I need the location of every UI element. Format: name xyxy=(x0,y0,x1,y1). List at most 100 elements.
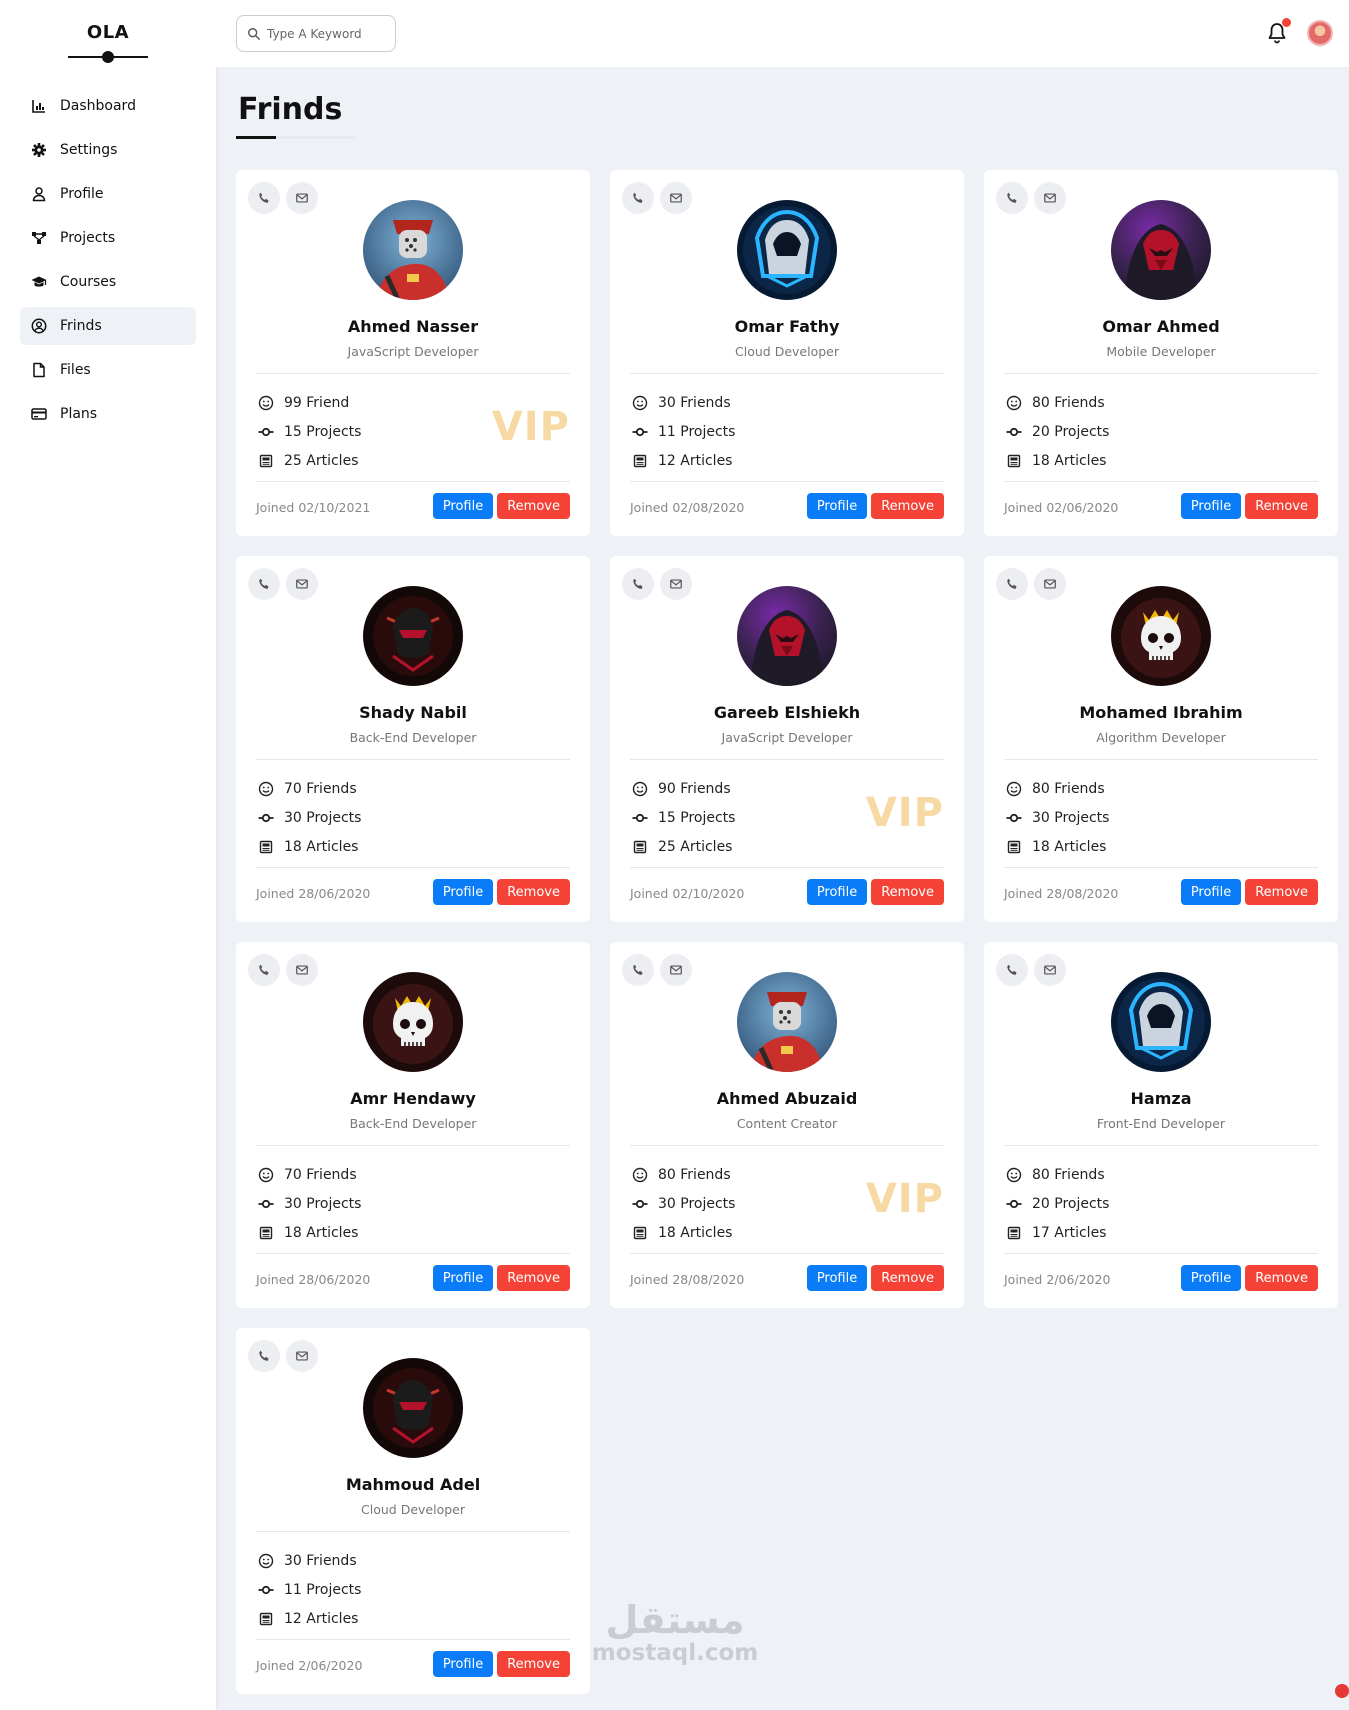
profile-button[interactable]: Profile xyxy=(806,879,868,905)
call-button[interactable] xyxy=(248,182,280,214)
friends-count-text: 70 Friends xyxy=(284,780,357,797)
credit-card-icon xyxy=(30,405,48,423)
divider xyxy=(256,373,570,374)
profile-button[interactable]: Profile xyxy=(1180,1265,1242,1291)
file-icon xyxy=(30,361,48,379)
remove-button[interactable]: Remove xyxy=(497,879,570,905)
call-button[interactable] xyxy=(996,568,1028,600)
remove-button[interactable]: Remove xyxy=(1245,1265,1318,1291)
sidebar-item-plans[interactable]: Plans xyxy=(20,395,196,433)
sidebar-item-dashboard[interactable]: Dashboard xyxy=(20,87,196,125)
friend-card: Gareeb Elshiekh JavaScript Developer 90 Fr… xyxy=(610,556,964,922)
projects-count-text: 15 Projects xyxy=(658,809,736,826)
articles-count-text: 18 Articles xyxy=(1032,452,1107,469)
remove-button[interactable]: Remove xyxy=(1245,493,1318,519)
smile-icon xyxy=(1006,395,1022,411)
profile-button[interactable]: Profile xyxy=(1180,879,1242,905)
call-button[interactable] xyxy=(622,954,654,986)
remove-button[interactable]: Remove xyxy=(871,1265,944,1291)
divider xyxy=(630,373,944,374)
search-input[interactable] xyxy=(267,26,387,41)
friend-name: Mahmoud Adel xyxy=(345,1475,481,1494)
email-button[interactable] xyxy=(660,568,692,600)
email-button[interactable] xyxy=(286,1340,318,1372)
friend-name: Shady Nabil xyxy=(359,703,467,722)
email-button[interactable] xyxy=(660,954,692,986)
email-button[interactable] xyxy=(286,182,318,214)
notifications-button[interactable] xyxy=(1265,18,1291,45)
sidebar: OLA Dashboard Settings Profile Projects Cour… xyxy=(0,0,216,1710)
contact-buttons xyxy=(996,182,1066,214)
projects-count-text: 15 Projects xyxy=(284,423,362,440)
phone-icon xyxy=(257,963,271,977)
call-button[interactable] xyxy=(996,182,1028,214)
sidebar-item-label: Files xyxy=(60,362,91,378)
email-button[interactable] xyxy=(660,182,692,214)
remove-button[interactable]: Remove xyxy=(497,1651,570,1677)
phone-icon xyxy=(1005,191,1019,205)
remove-button[interactable]: Remove xyxy=(1245,879,1318,905)
sidebar-item-courses[interactable]: Courses xyxy=(20,263,196,301)
sidebar-item-projects[interactable]: Projects xyxy=(20,219,196,257)
friend-role: Back-End Developer xyxy=(349,730,477,745)
joined-date: Joined 28/06/2020 xyxy=(256,1272,371,1287)
friend-role: Back-End Developer xyxy=(349,1116,477,1131)
joined-date: Joined 2/06/2020 xyxy=(256,1658,363,1673)
sidebar-item-profile[interactable]: Profile xyxy=(20,175,196,213)
call-button[interactable] xyxy=(248,1340,280,1372)
sidebar-nav: Dashboard Settings Profile Projects Courses F… xyxy=(0,87,216,433)
profile-button[interactable]: Profile xyxy=(432,1651,494,1677)
email-button[interactable] xyxy=(286,568,318,600)
sidebar-item-files[interactable]: Files xyxy=(20,351,196,389)
profile-button[interactable]: Profile xyxy=(806,493,868,519)
remove-button[interactable]: Remove xyxy=(871,879,944,905)
divider xyxy=(256,867,570,868)
call-button[interactable] xyxy=(248,954,280,986)
scroll-top-button[interactable] xyxy=(1335,1684,1349,1698)
joined-date: Joined 02/08/2020 xyxy=(630,500,745,515)
call-button[interactable] xyxy=(248,568,280,600)
call-button[interactable] xyxy=(622,568,654,600)
remove-button[interactable]: Remove xyxy=(497,493,570,519)
search-box[interactable] xyxy=(236,15,396,52)
envelope-icon xyxy=(295,191,309,205)
vip-badge: VIP xyxy=(865,790,944,836)
profile-button[interactable]: Profile xyxy=(432,493,494,519)
sidebar-item-label: Projects xyxy=(60,230,116,246)
friends-count: 30 Friends xyxy=(258,1546,361,1575)
commit-icon xyxy=(632,424,648,440)
smile-icon xyxy=(258,395,274,411)
sidebar-item-frinds[interactable]: Frinds xyxy=(20,307,196,345)
joined-date: Joined 2/06/2020 xyxy=(1004,1272,1111,1287)
email-button[interactable] xyxy=(1034,568,1066,600)
card-actions: Profile Remove xyxy=(432,1651,570,1677)
sidebar-item-label: Frinds xyxy=(60,318,102,334)
call-button[interactable] xyxy=(622,182,654,214)
page-title: Frinds xyxy=(238,92,343,127)
remove-button[interactable]: Remove xyxy=(497,1265,570,1291)
user-avatar[interactable] xyxy=(1307,20,1333,46)
envelope-icon xyxy=(669,577,683,591)
email-button[interactable] xyxy=(1034,182,1066,214)
projects-count-text: 30 Projects xyxy=(1032,809,1110,826)
newspaper-icon xyxy=(1006,453,1022,469)
profile-button[interactable]: Profile xyxy=(806,1265,868,1291)
sidebar-item-label: Courses xyxy=(60,274,117,290)
projects-count-text: 30 Projects xyxy=(658,1195,736,1212)
profile-button[interactable]: Profile xyxy=(1180,493,1242,519)
sidebar-item-settings[interactable]: Settings xyxy=(20,131,196,169)
newspaper-icon xyxy=(1006,839,1022,855)
projects-count: 30 Projects xyxy=(258,1189,361,1218)
remove-button[interactable]: Remove xyxy=(871,493,944,519)
email-button[interactable] xyxy=(1034,954,1066,986)
email-button[interactable] xyxy=(286,954,318,986)
profile-button[interactable]: Profile xyxy=(432,879,494,905)
contact-buttons xyxy=(248,1340,318,1372)
call-button[interactable] xyxy=(996,954,1028,986)
diagram-icon xyxy=(30,229,48,247)
commit-icon xyxy=(258,810,274,826)
profile-button[interactable]: Profile xyxy=(432,1265,494,1291)
articles-count-text: 18 Articles xyxy=(1032,838,1107,855)
commit-icon xyxy=(258,1582,274,1598)
divider xyxy=(1004,867,1318,868)
